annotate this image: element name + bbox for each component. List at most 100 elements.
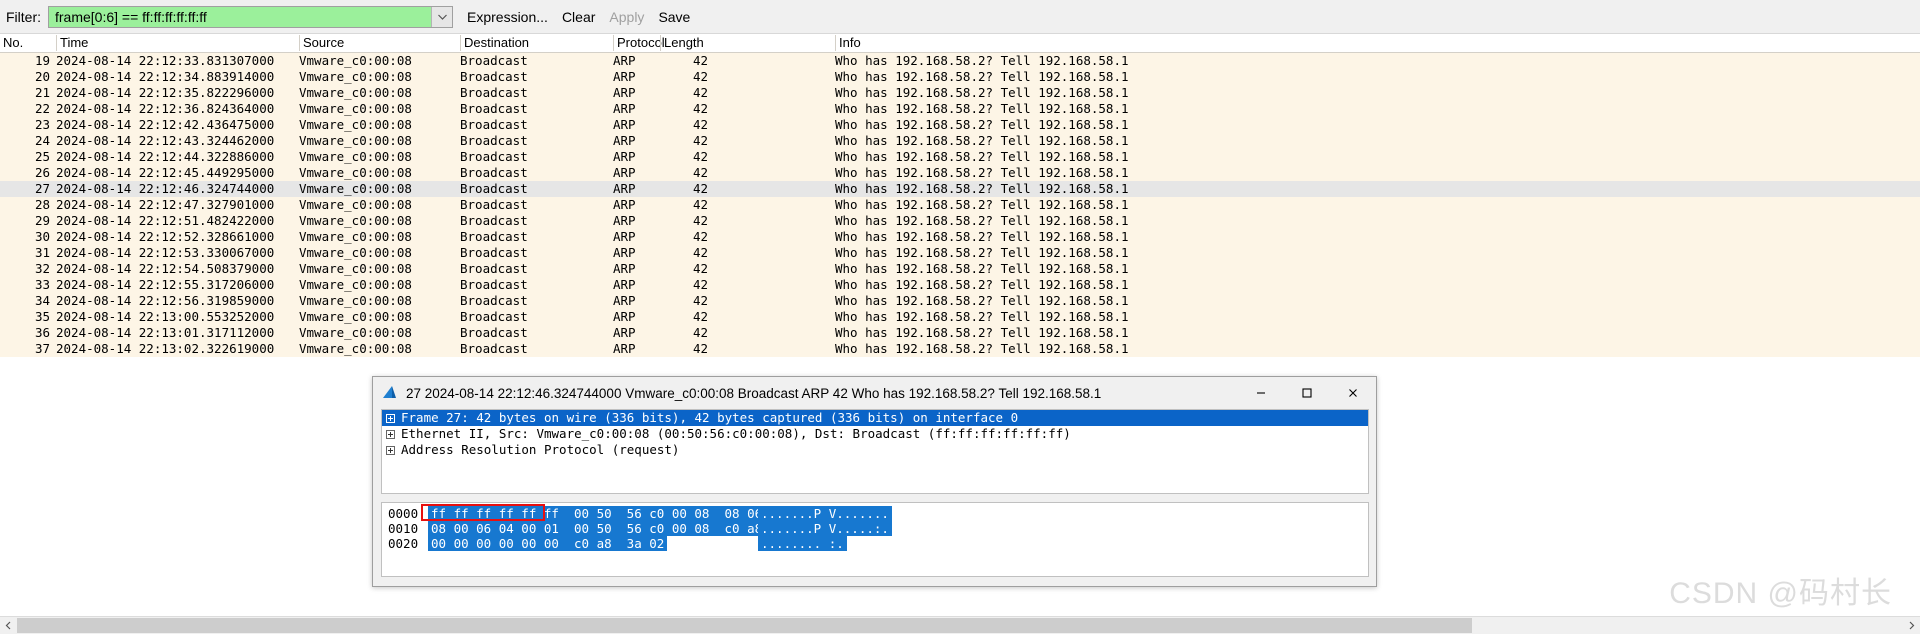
hex-offset: 0020 bbox=[388, 536, 419, 551]
packet-row[interactable]: 21 2024-08-14 22:12:35.822296000 Vmware_c0… bbox=[0, 85, 1920, 101]
scrollbar-thumb[interactable] bbox=[17, 618, 1472, 633]
packet-no: 32 bbox=[34, 261, 50, 276]
packet-source: Vmware_c0:00:08 bbox=[299, 213, 412, 228]
packet-protocol: ARP bbox=[613, 181, 636, 196]
display-filter-combo[interactable] bbox=[48, 5, 453, 28]
expression-button[interactable]: Expression... bbox=[467, 9, 548, 25]
packet-protocol: ARP bbox=[613, 213, 636, 228]
packet-row[interactable]: 29 2024-08-14 22:12:51.482422000 Vmware_c0… bbox=[0, 213, 1920, 229]
hex-dump-row[interactable]: 0020 00 00 00 00 00 00 c0 a8 3a 02.......… bbox=[382, 536, 1368, 551]
packet-info: Who has 192.168.58.2? Tell 192.168.58.1 bbox=[835, 53, 1129, 68]
packet-length: 42 bbox=[692, 181, 708, 196]
packet-info: Who has 192.168.58.2? Tell 192.168.58.1 bbox=[835, 69, 1129, 84]
packet-no: 20 bbox=[34, 69, 50, 84]
packet-destination: Broadcast bbox=[460, 53, 528, 68]
packet-row[interactable]: 32 2024-08-14 22:12:54.508379000 Vmware_c0… bbox=[0, 261, 1920, 277]
packet-protocol: ARP bbox=[613, 165, 636, 180]
packet-length: 42 bbox=[692, 69, 708, 84]
packet-length: 42 bbox=[692, 133, 708, 148]
protocol-tree-label: Address Resolution Protocol (request) bbox=[401, 442, 680, 457]
hex-bytes: 08 00 06 04 00 01 00 50 56 c0 00 08 c0 a… bbox=[428, 521, 811, 536]
expand-plus-icon[interactable] bbox=[386, 445, 395, 455]
packet-no: 25 bbox=[34, 149, 50, 164]
chevron-left-icon[interactable] bbox=[0, 617, 17, 634]
packet-row[interactable]: 22 2024-08-14 22:12:36.824364000 Vmware_c0… bbox=[0, 101, 1920, 117]
packet-row[interactable]: 27 2024-08-14 22:12:46.324744000 Vmware_c0… bbox=[0, 181, 1920, 197]
packet-destination: Broadcast bbox=[460, 165, 528, 180]
packet-row[interactable]: 30 2024-08-14 22:12:52.328661000 Vmware_c0… bbox=[0, 229, 1920, 245]
apply-button[interactable]: Apply bbox=[609, 9, 644, 25]
display-filter-input[interactable] bbox=[49, 6, 431, 27]
packet-length: 42 bbox=[692, 293, 708, 308]
packet-protocol: ARP bbox=[613, 261, 636, 276]
column-header-destination[interactable]: Destination bbox=[460, 35, 613, 51]
packet-destination: Broadcast bbox=[460, 181, 528, 196]
packet-info: Who has 192.168.58.2? Tell 192.168.58.1 bbox=[835, 341, 1129, 356]
packet-row[interactable]: 34 2024-08-14 22:12:56.319859000 Vmware_c0… bbox=[0, 293, 1920, 309]
save-button[interactable]: Save bbox=[658, 9, 690, 25]
packet-length: 42 bbox=[692, 149, 708, 164]
packet-time: 2024-08-14 22:12:51.482422000 bbox=[56, 213, 275, 228]
packet-bytes-pane[interactable]: 0000 ff ff ff ff ff ff 00 50 56 c0 00 08 … bbox=[381, 502, 1369, 577]
packet-protocol: ARP bbox=[613, 245, 636, 260]
chevron-right-icon[interactable] bbox=[1903, 617, 1920, 634]
packet-row[interactable]: 36 2024-08-14 22:13:01.317112000 Vmware_c0… bbox=[0, 325, 1920, 341]
column-header-info[interactable]: Info bbox=[835, 35, 1235, 51]
packet-info: Who has 192.168.58.2? Tell 192.168.58.1 bbox=[835, 325, 1129, 340]
packet-destination: Broadcast bbox=[460, 101, 528, 116]
packet-row[interactable]: 20 2024-08-14 22:12:34.883914000 Vmware_c0… bbox=[0, 69, 1920, 85]
packet-length: 42 bbox=[692, 101, 708, 116]
packet-detail-tree[interactable]: Frame 27: 42 bytes on wire (336 bits), 4… bbox=[381, 409, 1369, 494]
filter-toolbar: Filter: Expression... Clear Apply Save bbox=[0, 0, 1920, 34]
protocol-tree-row[interactable]: Frame 27: 42 bytes on wire (336 bits), 4… bbox=[382, 410, 1368, 426]
packet-time: 2024-08-14 22:12:53.330067000 bbox=[56, 245, 275, 260]
packet-row[interactable]: 37 2024-08-14 22:13:02.322619000 Vmware_c0… bbox=[0, 341, 1920, 357]
column-header-time[interactable]: Time bbox=[56, 35, 299, 51]
horizontal-scrollbar[interactable] bbox=[0, 616, 1920, 634]
packet-no: 36 bbox=[34, 325, 50, 340]
packet-no: 28 bbox=[34, 197, 50, 212]
hex-dump-row[interactable]: 0010 08 00 06 04 00 01 00 50 56 c0 00 08 … bbox=[382, 521, 1368, 536]
packet-time: 2024-08-14 22:12:46.324744000 bbox=[56, 181, 275, 196]
packet-row[interactable]: 33 2024-08-14 22:12:55.317206000 Vmware_c0… bbox=[0, 277, 1920, 293]
packet-source: Vmware_c0:00:08 bbox=[299, 309, 412, 324]
expand-plus-icon[interactable] bbox=[386, 429, 395, 439]
chevron-down-icon[interactable] bbox=[431, 6, 452, 27]
packet-list-body[interactable]: 19 2024-08-14 22:12:33.831307000 Vmware_c0… bbox=[0, 53, 1920, 357]
packet-info: Who has 192.168.58.2? Tell 192.168.58.1 bbox=[835, 101, 1129, 116]
packet-row[interactable]: 28 2024-08-14 22:12:47.327901000 Vmware_c0… bbox=[0, 197, 1920, 213]
packet-row[interactable]: 19 2024-08-14 22:12:33.831307000 Vmware_c0… bbox=[0, 53, 1920, 69]
packet-row[interactable]: 35 2024-08-14 22:13:00.553252000 Vmware_c0… bbox=[0, 309, 1920, 325]
packet-time: 2024-08-14 22:13:02.322619000 bbox=[56, 341, 275, 356]
hex-dump-row[interactable]: 0000 ff ff ff ff ff ff 00 50 56 c0 00 08 … bbox=[382, 506, 1368, 521]
packet-no: 27 bbox=[34, 181, 50, 196]
packet-detail-window[interactable]: 27 2024-08-14 22:12:46.324744000 Vmware_… bbox=[372, 376, 1377, 587]
packet-destination: Broadcast bbox=[460, 149, 528, 164]
hex-offset: 0010 bbox=[388, 521, 419, 536]
scrollbar-track[interactable] bbox=[17, 617, 1903, 634]
packet-destination: Broadcast bbox=[460, 117, 528, 132]
packet-row[interactable]: 24 2024-08-14 22:12:43.324462000 Vmware_c0… bbox=[0, 133, 1920, 149]
wireshark-shark-fin-icon bbox=[381, 384, 399, 402]
packet-row[interactable]: 25 2024-08-14 22:12:44.322886000 Vmware_c0… bbox=[0, 149, 1920, 165]
column-header-length[interactable]: Length bbox=[660, 35, 835, 51]
packet-row[interactable]: 26 2024-08-14 22:12:45.449295000 Vmware_c0… bbox=[0, 165, 1920, 181]
packet-no: 22 bbox=[34, 101, 50, 116]
column-header-no[interactable]: No. bbox=[0, 35, 56, 51]
packet-no: 21 bbox=[34, 85, 50, 100]
packet-info: Who has 192.168.58.2? Tell 192.168.58.1 bbox=[835, 229, 1129, 244]
column-header-source[interactable]: Source bbox=[299, 35, 460, 51]
expand-plus-icon[interactable] bbox=[386, 413, 395, 423]
maximize-icon[interactable] bbox=[1284, 378, 1330, 408]
packet-destination: Broadcast bbox=[460, 309, 528, 324]
minimize-icon[interactable] bbox=[1238, 378, 1284, 408]
clear-button[interactable]: Clear bbox=[562, 9, 595, 25]
protocol-tree-row[interactable]: Ethernet II, Src: Vmware_c0:00:08 (00:50… bbox=[382, 426, 1368, 442]
close-icon[interactable] bbox=[1330, 378, 1376, 408]
column-header-protocol[interactable]: Protocol bbox=[613, 35, 665, 51]
packet-row[interactable]: 23 2024-08-14 22:12:42.436475000 Vmware_c0… bbox=[0, 117, 1920, 133]
packet-row[interactable]: 31 2024-08-14 22:12:53.330067000 Vmware_c0… bbox=[0, 245, 1920, 261]
detail-window-titlebar[interactable]: 27 2024-08-14 22:12:46.324744000 Vmware_… bbox=[373, 377, 1376, 409]
protocol-tree-row[interactable]: Address Resolution Protocol (request) bbox=[382, 442, 1368, 458]
packet-source: Vmware_c0:00:08 bbox=[299, 325, 412, 340]
